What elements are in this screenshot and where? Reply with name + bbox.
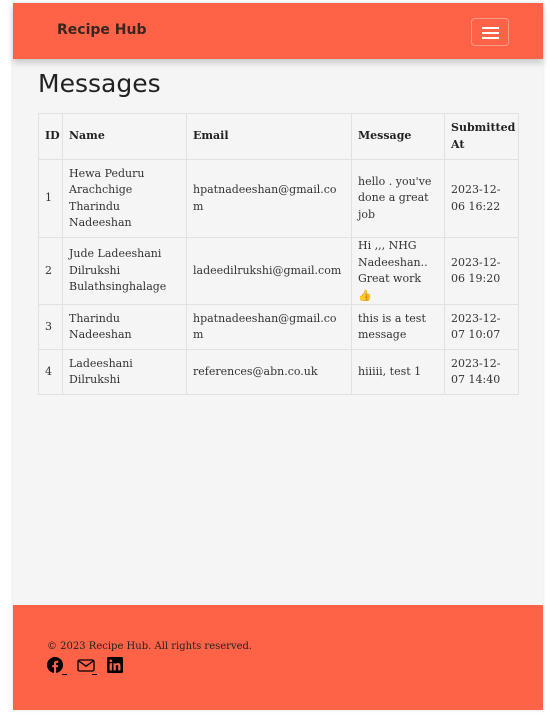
cell-name: Jude Ladeeshani Dilrukshi Bulathsinghala… [62,237,187,305]
thumbs-up-icon: 👍 [358,288,372,302]
navbar: Recipe Hub [13,3,543,59]
linkedin-icon [107,657,123,673]
cell-email: hpatnadeeshan@gmail.com [186,159,352,238]
cell-submitted-at: 2023-12-07 10:07 [444,304,519,350]
column-header-submitted-at: Submitted At [444,113,519,160]
cell-name: Tharindu Nadeeshan [62,304,187,350]
cell-email: references@abn.co.uk [186,349,352,395]
column-header-message: Message [351,113,445,160]
table-row: 1 Hewa Peduru Arachchige Tharindu Nadees… [38,159,519,238]
facebook-icon [47,657,63,673]
table-row: 2 Jude Ladeeshani Dilrukshi Bulathsingha… [38,237,519,305]
table-header-row: ID Name Email Message Submitted At [38,113,519,160]
table-row: 4 Ladeeshani Dilrukshi references@abn.co… [38,349,519,395]
email-link[interactable] [77,657,97,677]
cell-submitted-at: 2023-12-06 19:20 [444,237,519,305]
cell-id: 4 [38,349,63,395]
cell-email: ladeedilrukshi@gmail.com [186,237,352,305]
cell-id: 2 [38,237,63,305]
cell-name: Ladeeshani Dilrukshi [62,349,187,395]
hamburger-menu-icon [482,32,499,34]
column-header-id: ID [38,113,63,160]
page-title: Messages [38,69,161,98]
column-header-email: Email [186,113,352,160]
footer: © 2023 Recipe Hub. All rights reserved. [13,605,543,710]
envelope-icon [77,659,95,672]
cell-message: Hi ,,, NHG Nadeeshan.. Great work 👍 [351,237,445,305]
facebook-link[interactable] [47,657,67,677]
table-row: 3 Tharindu Nadeeshan hpatnadeeshan@gmail… [38,304,519,350]
hamburger-menu-icon [482,37,499,39]
navbar-brand[interactable]: Recipe Hub [57,22,146,38]
messages-table: ID Name Email Message Submitted At 1 Hew… [38,113,519,395]
cell-message: hiiiii, test 1 [351,349,445,395]
cell-message: this is a test message [351,304,445,350]
cell-message: hello . you've done a great job [351,159,445,238]
cell-email: hpatnadeeshan@gmail.com [186,304,352,350]
message-text: Hi ,,, NHG Nadeeshan.. Great work [358,239,428,285]
cell-id: 3 [38,304,63,350]
cell-id: 1 [38,159,63,238]
column-header-name: Name [62,113,187,160]
copyright-text: © 2023 Recipe Hub. All rights reserved. [47,641,253,652]
linkedin-link[interactable] [107,657,127,677]
cell-submitted-at: 2023-12-06 16:22 [444,159,519,238]
page-frame: Recipe Hub Messages ID Name Email Messag… [13,3,543,710]
navbar-toggler-button[interactable] [471,18,509,46]
hamburger-menu-icon [482,27,499,29]
cell-name: Hewa Peduru Arachchige Tharindu Nadeesha… [62,159,187,238]
cell-submitted-at: 2023-12-07 14:40 [444,349,519,395]
